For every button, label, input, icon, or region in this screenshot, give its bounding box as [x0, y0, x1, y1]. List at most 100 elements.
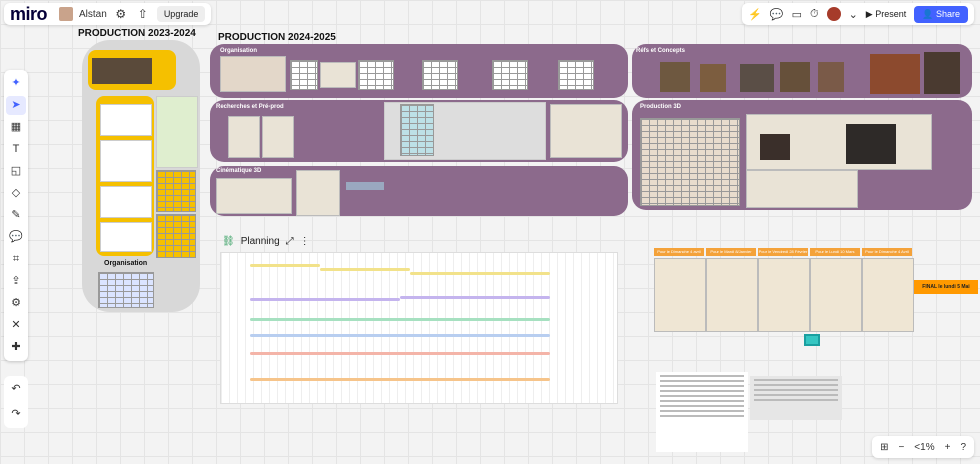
sheet-thumbnail [100, 104, 152, 136]
upload-tool-icon[interactable]: ⇪ [6, 272, 26, 291]
grid-table [290, 60, 318, 90]
concept-image [660, 62, 690, 92]
timeline-bar [250, 298, 400, 301]
redo-icon[interactable]: ↷ [6, 405, 26, 424]
shapes-icon[interactable]: ◇ [6, 184, 26, 203]
table-icon[interactable]: ▦ [6, 118, 26, 137]
frame-title-prod-2023: PRODUCTION 2023-2024 [78, 28, 196, 39]
upload-icon[interactable]: ⇧ [135, 7, 151, 21]
frames-icon[interactable]: ⊞ [880, 442, 888, 453]
planning-frame-label[interactable]: ⛓ Planning ⤢ ⋮ [222, 236, 310, 247]
yellow-grid-table-2 [156, 214, 196, 258]
pen-icon[interactable]: ✎ [6, 206, 26, 225]
timeline-bar [250, 378, 550, 381]
render-sheet [746, 170, 858, 208]
production-tracker [640, 118, 740, 206]
schedule-head: Pour le Lundi 10 Mars [810, 248, 860, 256]
timeline-bar [410, 272, 550, 275]
refs-frame-label: Réfs et Concepts [636, 48, 686, 54]
sheet-thumbnail [320, 62, 356, 88]
sheet-thumbnail [220, 56, 286, 92]
chat-icon[interactable]: 💬 [770, 8, 784, 21]
text-icon[interactable]: T [6, 140, 26, 159]
final-note[interactable]: FINAL le lundi 5 Mai [914, 280, 978, 294]
organisation-frame-label: Organisation [220, 48, 258, 54]
concept-image [780, 62, 810, 92]
video-icon[interactable]: ▭ [792, 8, 802, 21]
zoom-in-icon[interactable]: + [945, 442, 951, 453]
schedule-column [758, 258, 810, 332]
upgrade-button[interactable]: Upgrade [156, 6, 206, 22]
ai-icon[interactable]: ✦ [6, 74, 26, 93]
share-label: Share [935, 8, 960, 19]
mindmap-tool-icon[interactable]: ⚙ [6, 294, 26, 313]
grid-table [422, 60, 458, 90]
frame-title-prod-2024: PRODUCTION 2024-2025 [218, 32, 336, 43]
top-bar: miro Alstan ⚙ ⇧ Upgrade [4, 3, 212, 25]
undo-icon[interactable]: ↶ [6, 380, 26, 399]
teal-shape [804, 334, 820, 346]
schedule-head: Pour le Mardi 8/Janvier [706, 248, 756, 256]
yellow-grid-table [156, 170, 196, 212]
undo-redo-bar: ↶ ↷ [4, 376, 28, 428]
frame-icon[interactable]: ⌗ [6, 250, 26, 269]
timeline-bar [320, 268, 410, 271]
present-label: Present [875, 8, 907, 19]
green-table [156, 96, 198, 168]
timeline-bar [250, 264, 320, 267]
organisation-calendar [98, 272, 154, 308]
schedule-head: Pour le Dimanche 4 avril [654, 248, 704, 256]
timeline-bar [250, 352, 550, 355]
sheet-thumbnail [100, 140, 152, 182]
schedule-column [810, 258, 862, 332]
production3d-frame-label: Production 3D [640, 104, 682, 110]
render-image [760, 134, 790, 160]
select-icon[interactable]: ➤ [6, 96, 26, 115]
frame-title-organisation-left: Organisation [104, 260, 148, 267]
comment-icon[interactable]: 💬 [6, 228, 26, 247]
sticky-icon[interactable]: ◱ [6, 162, 26, 181]
concept-image [700, 64, 726, 92]
grid-table [358, 60, 394, 90]
timeline-bar [400, 296, 550, 299]
schedule-head: Pour le Vendredi 28 Février [758, 248, 808, 256]
share-button[interactable]: 👤 Share [914, 5, 968, 23]
storyboard-sheet [216, 178, 292, 214]
timeline-bar [250, 334, 550, 337]
concept-image [818, 62, 844, 92]
reactions-icon[interactable]: ⚡ [748, 8, 762, 21]
more-icon[interactable]: ✚ [6, 338, 26, 357]
user-avatar[interactable] [826, 7, 841, 21]
sheet-thumbnail [262, 116, 294, 158]
settings-icon[interactable]: ⚙ [113, 7, 129, 21]
present-button[interactable]: ▶ Present [866, 9, 906, 20]
render-image [846, 124, 896, 164]
sheet-thumbnail [550, 104, 622, 158]
timeline-bar [250, 318, 550, 321]
miro-logo[interactable]: miro [10, 4, 48, 25]
more-icon[interactable]: ⋮ [300, 236, 310, 247]
text-document [656, 372, 748, 452]
schedule-column [706, 258, 758, 332]
zoom-bar: ⊞ − <1% + ? [872, 436, 974, 458]
zoom-out-icon[interactable]: − [898, 442, 904, 453]
board-avatar [59, 7, 74, 21]
zoom-level[interactable]: <1% [914, 442, 934, 453]
chevron-down-icon[interactable]: ⌄ [849, 8, 858, 21]
board-name[interactable]: Alstan [79, 9, 107, 20]
timer-icon[interactable]: ⏱ [810, 8, 819, 21]
sheet-thumbnail [100, 186, 152, 218]
sheet-thumbnail [228, 116, 260, 158]
arrow-shape [346, 182, 384, 190]
schedule-column [654, 258, 706, 332]
recherches-frame-label: Recherches et Pré-prod [216, 104, 284, 110]
schedule-column [862, 258, 914, 332]
concept-image [924, 52, 960, 94]
connector-icon[interactable]: ✕ [6, 316, 26, 335]
image-thumbnail [92, 58, 152, 84]
expand-icon[interactable]: ⤢ [286, 236, 294, 247]
concept-image [870, 54, 920, 94]
teal-table [400, 104, 434, 156]
help-icon[interactable]: ? [960, 442, 966, 453]
top-bar-right: ⚡ 💬 ▭ ⏱ ⌄ ▶ Present 👤 Share [742, 3, 974, 25]
